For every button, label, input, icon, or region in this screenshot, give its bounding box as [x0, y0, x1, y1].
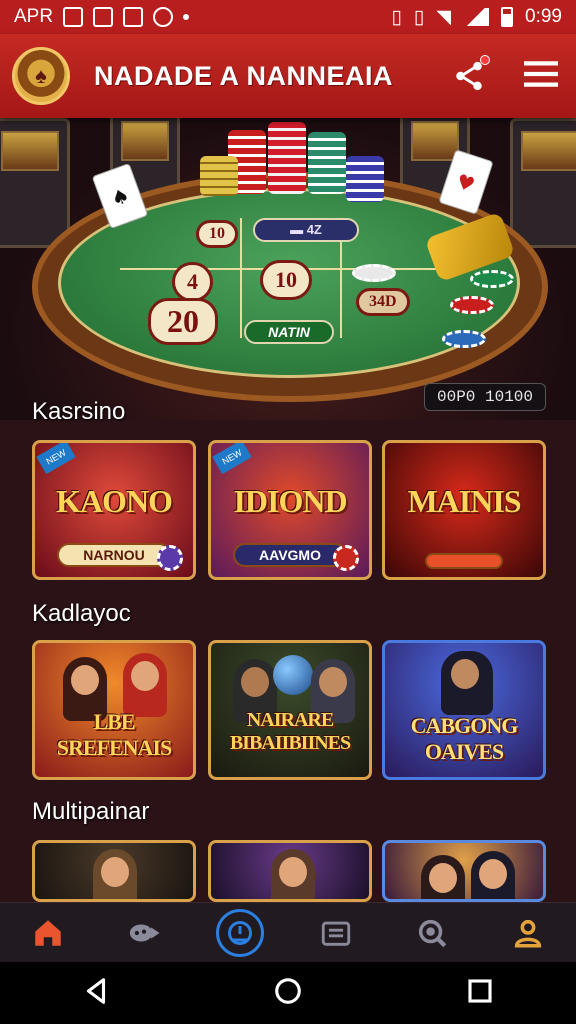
chip-red: [450, 296, 494, 314]
mail-notification-icon: [93, 7, 114, 27]
clock-icon: [228, 920, 252, 945]
status-left: APR: [14, 6, 190, 28]
character-image: [441, 651, 493, 715]
section-title-kasrsino: Kasrsino: [32, 398, 126, 425]
new-badge: NEW: [36, 443, 76, 475]
chip-stack-red-2: [268, 122, 306, 194]
chip-stack-green: [308, 132, 346, 194]
section-title-kadlayoc: Kadlayoc: [32, 600, 131, 627]
vibrate-icon: ▯: [391, 6, 402, 28]
list-icon: [321, 921, 351, 946]
game-controller-icon: [129, 924, 160, 941]
bet-spot-10[interactable]: 10: [196, 220, 238, 248]
game-tile[interactable]: NEW IDIOND AAVGMO: [208, 440, 372, 580]
menu-button[interactable]: [524, 59, 558, 94]
logo-glyph: ♠: [35, 63, 47, 88]
app-logo[interactable]: ♠: [12, 47, 70, 105]
character-image: [471, 851, 515, 899]
app-bar-actions: [452, 55, 558, 94]
bet-spot-chip[interactable]: 34D: [356, 288, 410, 316]
game-tile[interactable]: CABGONG OAIVES: [382, 640, 546, 780]
chip-stack-blue: [346, 156, 384, 202]
chip-green: [470, 270, 514, 288]
home-circle-icon: [275, 977, 301, 1004]
profile-icon: [514, 919, 542, 948]
game-title: NAIRARE BIBAIIBIINES: [229, 709, 351, 754]
chip-stack-gold: [200, 156, 238, 196]
nfc-icon: ▯: [413, 6, 425, 28]
felt-line: [240, 218, 242, 338]
character-image: [123, 653, 167, 717]
game-title: KAONO: [56, 483, 173, 519]
game-title: LBE SREFENAIS: [56, 709, 172, 760]
battery-icon: [501, 7, 514, 27]
nav-home[interactable]: [23, 908, 73, 958]
share-icon: [456, 61, 482, 91]
nav-profile[interactable]: [503, 908, 553, 958]
search-icon: [418, 919, 447, 947]
game-tile[interactable]: [208, 840, 372, 902]
recents-button[interactable]: [465, 976, 495, 1011]
wifi-icon: ◥: [436, 6, 452, 28]
game-subtitle: NARNOU: [57, 543, 171, 567]
chip-blue: [442, 330, 486, 348]
gallery-notification-icon: [63, 7, 84, 27]
slot-machine-right: [510, 118, 576, 248]
status-bar: APR ▯ ▯ ◥ 0:99: [0, 0, 576, 34]
share-button[interactable]: [452, 55, 490, 93]
game-subtitle: AAVGMO: [233, 543, 347, 567]
section-title-multipainar: Multipainar: [32, 798, 150, 825]
status-time: 0:99: [525, 6, 562, 27]
home-icon: [35, 919, 61, 946]
game-title: CABGONG OAIVES: [410, 713, 519, 764]
app-bar: ♠ NADADE A NANNEAIA: [0, 34, 576, 118]
app-notification-icon: [123, 7, 144, 27]
game-tile[interactable]: LBE SREFENAIS: [32, 640, 196, 780]
game-tile[interactable]: [32, 840, 196, 902]
nav-history-ring: [216, 908, 264, 957]
bet-pill-top[interactable]: ▬ 4Z: [253, 218, 359, 242]
status-right: ▯ ▯ ◥ 0:99: [391, 6, 562, 29]
hamburger-menu-icon: [524, 60, 558, 87]
back-button[interactable]: [81, 976, 111, 1011]
slot-machine-left: [0, 118, 70, 248]
bet-pill-bottom[interactable]: NATIN: [244, 320, 334, 344]
game-title: IDIOND: [233, 483, 347, 519]
nav-history[interactable]: [215, 908, 265, 958]
chat-notification-icon: [153, 7, 174, 27]
chip-white: [352, 264, 396, 282]
app-title: NADADE A NANNEAIA: [94, 60, 394, 91]
game-tile[interactable]: MAINIS: [382, 440, 546, 580]
bet-spot-4[interactable]: 4: [172, 262, 213, 302]
system-nav-bar: [0, 962, 576, 1024]
nav-search[interactable]: [407, 908, 457, 958]
game-tile[interactable]: NAIRARE BIBAIIBIINES: [208, 640, 372, 780]
character-image: [421, 855, 465, 899]
new-badge: NEW: [212, 443, 252, 475]
bottom-nav: [0, 902, 576, 962]
home-system-button[interactable]: [273, 976, 303, 1011]
nav-games[interactable]: [119, 908, 169, 958]
recents-icon: [468, 978, 492, 1003]
status-text: APR: [14, 6, 54, 27]
crystal-ball-image: [273, 655, 313, 695]
game-title: MAINIS: [407, 483, 521, 519]
nav-list[interactable]: [311, 908, 361, 958]
notification-dot: [480, 55, 490, 65]
character-image: [93, 849, 137, 899]
jackpot-counter: 00P0 10100: [423, 383, 546, 411]
signal-icon: [463, 8, 490, 26]
back-icon: [86, 977, 106, 1004]
bet-spot-10-center[interactable]: 10: [260, 260, 312, 300]
more-notifications-icon: [183, 14, 190, 20]
hero-banner[interactable]: ♠ ♥ 10 ▬ 4Z 4 20 10 NATIN 34D 00P0 10100: [0, 118, 576, 420]
game-subtitle-bar: [425, 553, 503, 569]
chip-icon: [333, 545, 359, 571]
character-image: [271, 849, 315, 899]
game-tile[interactable]: [382, 840, 546, 902]
chip-icon: [157, 545, 183, 571]
game-tile[interactable]: NEW KAONO NARNOU: [32, 440, 196, 580]
bet-spot-20[interactable]: 20: [148, 298, 218, 345]
